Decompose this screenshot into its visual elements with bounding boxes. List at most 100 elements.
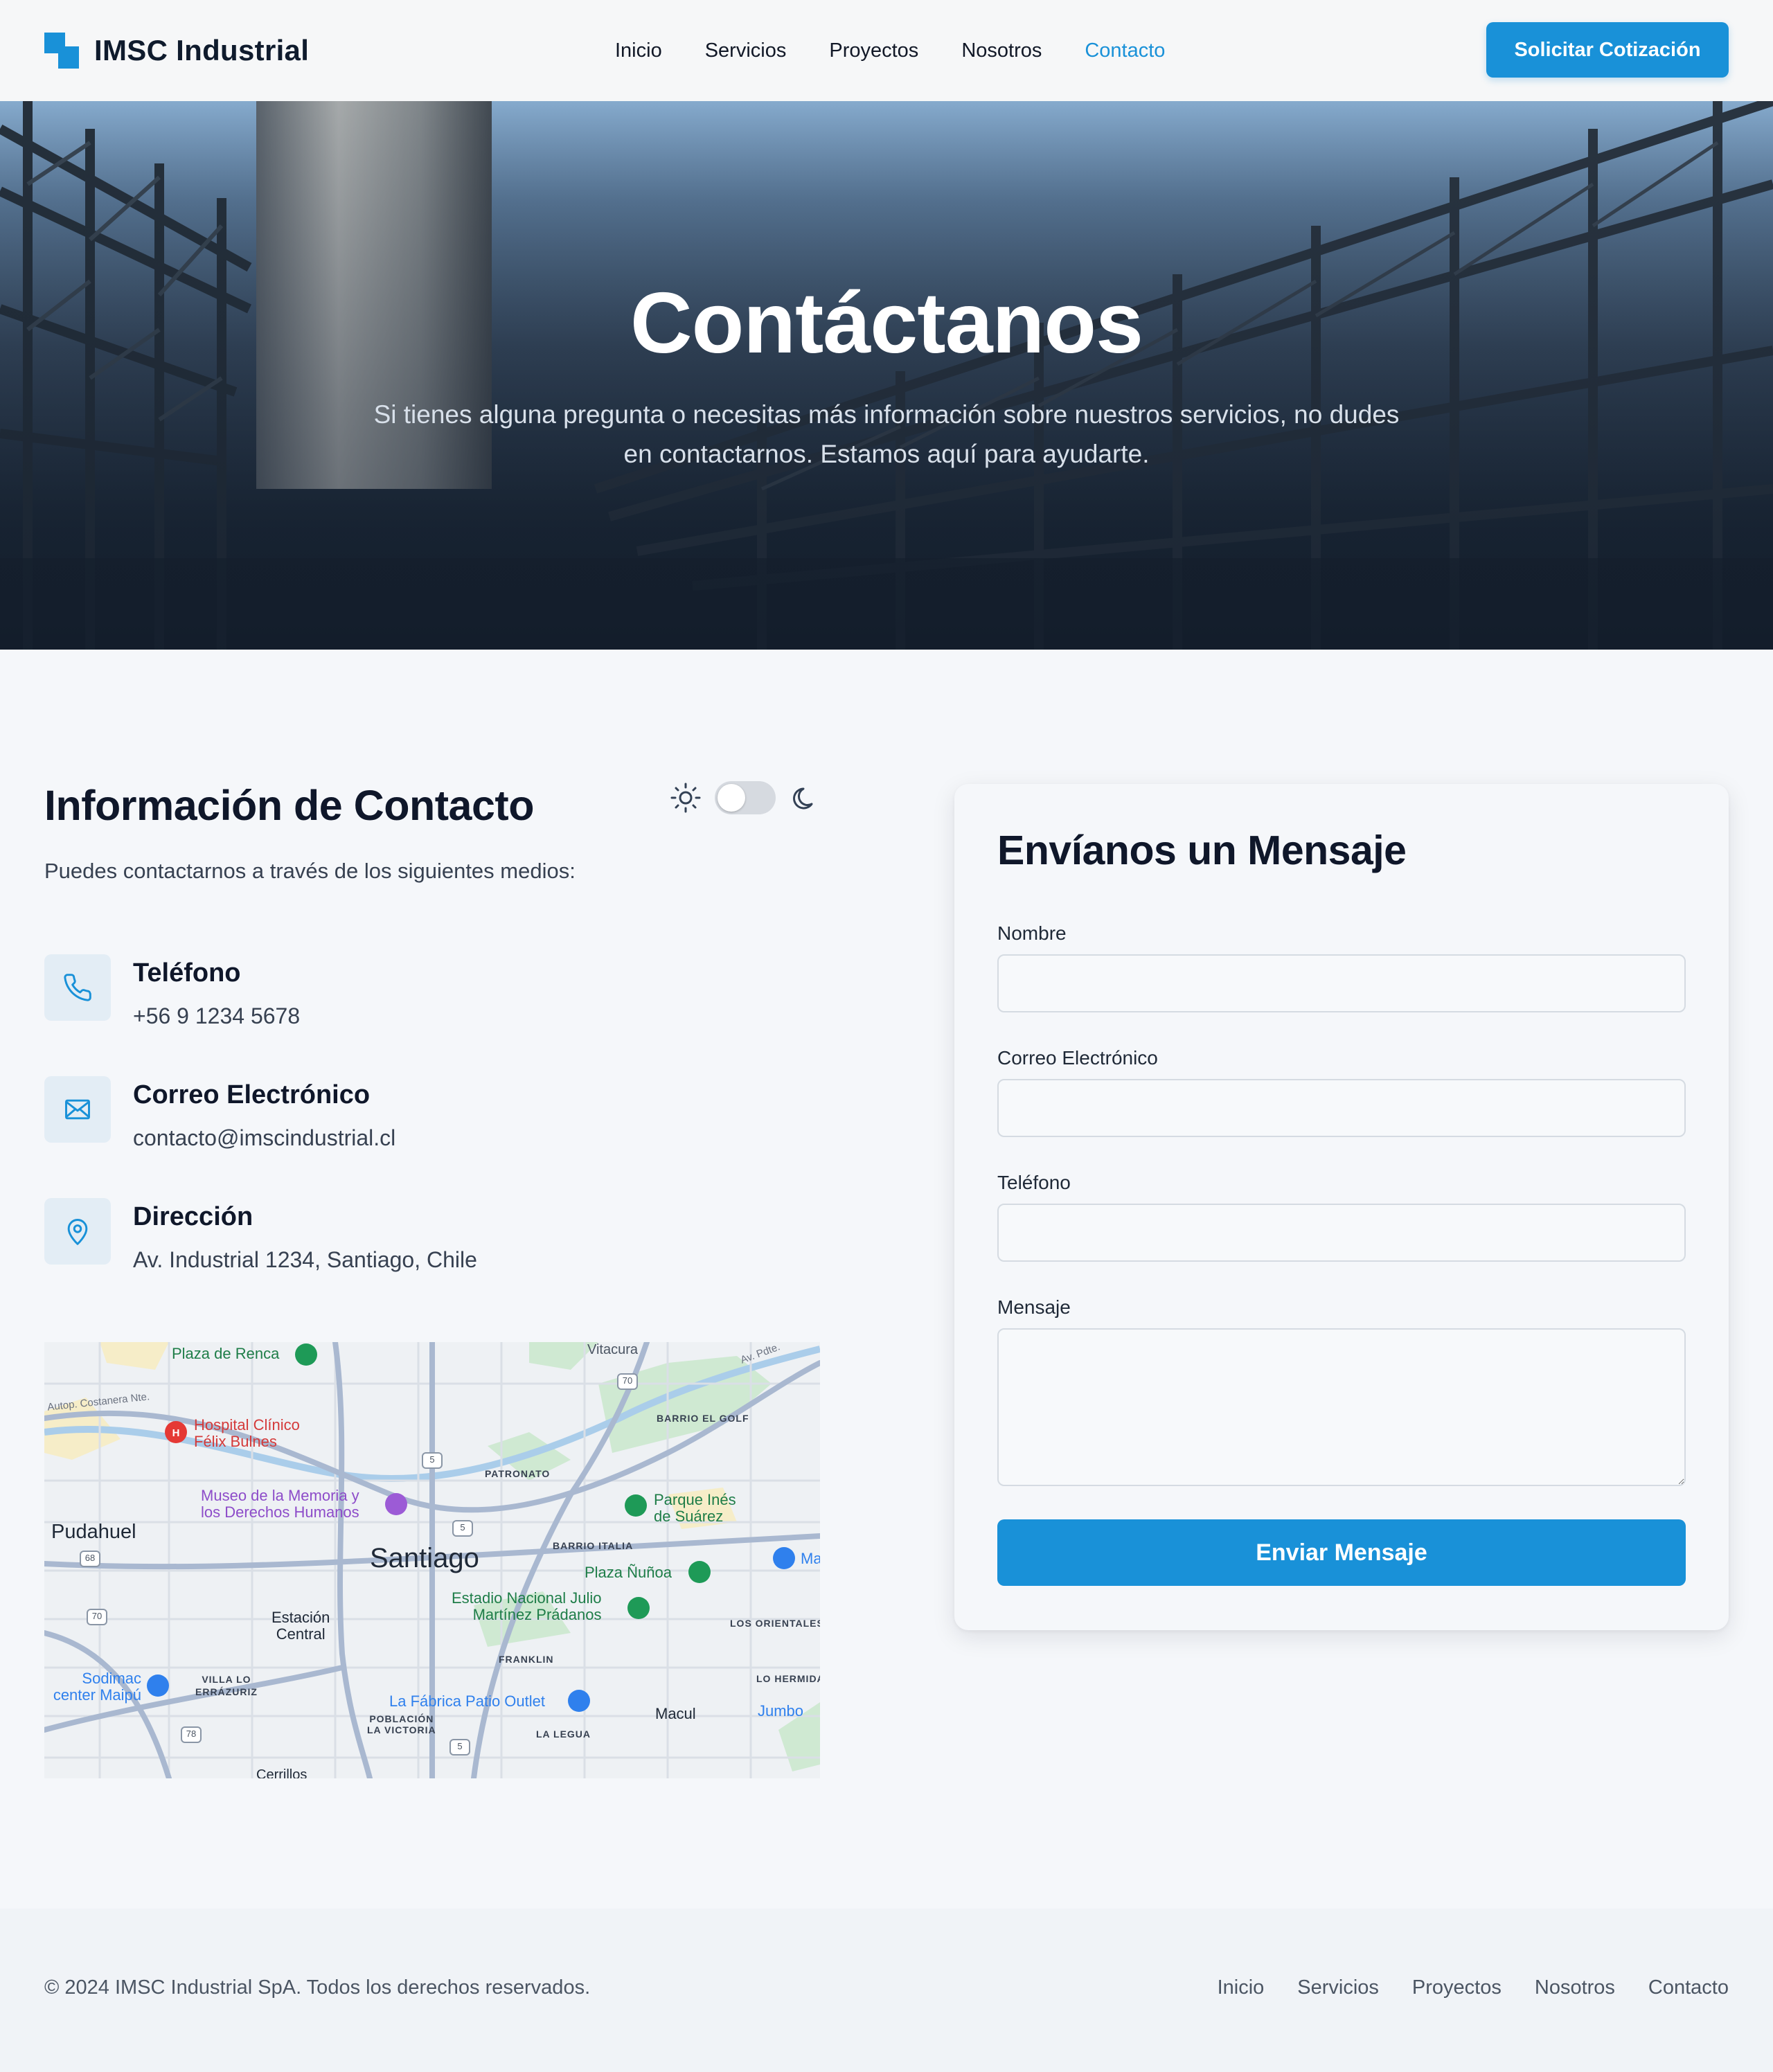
theme-toggle [669, 781, 820, 814]
map-label: Estadio Nacional Julio Martínez Prádanos [452, 1590, 601, 1623]
map-label-line: Parque Inés [654, 1491, 736, 1508]
map-label-line: los Derechos Humanos [201, 1503, 359, 1521]
brand[interactable]: IMSC Industrial [44, 33, 309, 69]
map-label: Estación Central [271, 1609, 330, 1643]
contact-item-label: Teléfono [133, 958, 241, 988]
map-label-line: Martínez Prádanos [472, 1606, 602, 1623]
nav-link-proyectos[interactable]: Proyectos [829, 39, 918, 62]
footer-links: Inicio Servicios Proyectos Nosotros Cont… [1218, 1976, 1729, 1999]
map-label: PATRONATO [485, 1468, 551, 1479]
mail-icon [44, 1076, 111, 1143]
contact-info-title: Información de Contacto [44, 782, 534, 829]
map-label-line: Central [276, 1625, 326, 1643]
name-field-label: Nombre [997, 922, 1067, 944]
message-field-label: Mensaje [997, 1296, 1071, 1318]
brand-name: IMSC Industrial [94, 34, 310, 66]
route-shield: 5 [457, 1741, 463, 1751]
route-shield: 78 [186, 1729, 197, 1739]
phone-icon [44, 954, 111, 1021]
theme-switch[interactable] [715, 781, 776, 814]
hero-banner: Contáctanos Si tienes alguna pregunta o … [0, 101, 1773, 650]
sun-icon [670, 783, 701, 813]
send-message-button[interactable]: Enviar Mensaje [997, 1519, 1686, 1586]
map-label: BARRIO ITALIA [553, 1540, 634, 1551]
map-label: Hospital Clínico Félix Bulnes [194, 1417, 300, 1450]
contact-item-phone: Teléfono +56 9 1234 5678 [44, 954, 300, 1029]
map-label-line: center Maipú [53, 1686, 141, 1704]
hero-subtitle: Si tienes alguna pregunta o necesitas má… [373, 400, 1400, 468]
map-label: Pudahuel [51, 1521, 136, 1543]
email-address[interactable]: contacto@imscindustrial.cl [133, 1125, 395, 1151]
map-label-line: Hospital Clínico [194, 1416, 300, 1434]
map-label-line: POBLACIÓN [369, 1713, 434, 1724]
map-label: Santiago [370, 1543, 479, 1573]
nav-link-inicio[interactable]: Inicio [615, 39, 662, 62]
map-label: Macul [655, 1705, 696, 1722]
map-label: Ma [801, 1550, 820, 1567]
street-address: Av. Industrial 1234, Santiago, Chile [133, 1247, 477, 1272]
map-label: BARRIO EL GOLF [657, 1413, 749, 1424]
nav-link-nosotros[interactable]: Nosotros [961, 39, 1042, 62]
footer-link-servicios[interactable]: Servicios [1297, 1976, 1379, 1999]
map-label: FRANKLIN [499, 1654, 554, 1665]
route-shield: 70 [91, 1611, 103, 1621]
map-label: Plaza Ñuñoa [585, 1564, 672, 1581]
contact-form-card: Envíanos un Mensaje Nombre Correo Electr… [954, 784, 1729, 1630]
map-label-line: Félix Bulnes [194, 1433, 277, 1450]
map-label: Cerrillos [256, 1767, 308, 1778]
map-label: VILLA LO ERRÁZURIZ [195, 1673, 258, 1698]
contact-form-title: Envíanos un Mensaje [997, 828, 1407, 873]
map-label: Sodimac center Maipú [44, 1670, 141, 1704]
email-field-label: Correo Electrónico [997, 1047, 1158, 1069]
phone-field[interactable] [997, 1204, 1686, 1262]
copyright-text: © 2024 IMSC Industrial SpA. Todos los de… [44, 1976, 591, 1999]
phone-number[interactable]: +56 9 1234 5678 [133, 1003, 300, 1029]
map-label: Parque Inés de Suárez [654, 1492, 736, 1525]
theme-switch-knob [718, 784, 745, 812]
map-label: Vitacura [587, 1342, 639, 1357]
map-label: LOS ORIENTALES [730, 1618, 820, 1629]
email-field[interactable] [997, 1079, 1686, 1137]
moon-icon [793, 787, 813, 810]
nav-links: Inicio Servicios Proyectos Nosotros Cont… [615, 0, 1165, 101]
map-label-line: VILLA LO [202, 1674, 251, 1685]
contact-item-email: Correo Electrónico contacto@imscindustri… [44, 1076, 395, 1151]
map-label: Museo de la Memoria y los Derechos Human… [201, 1488, 359, 1521]
map-label-line: de Suárez [654, 1508, 724, 1525]
logo-icon [44, 33, 79, 69]
hero-overlay [0, 101, 1773, 650]
map-pin-icon [44, 1198, 111, 1265]
footer-link-proyectos[interactable]: Proyectos [1412, 1976, 1502, 1999]
map-label-line: LA VICTORIA [367, 1724, 436, 1735]
route-shield: 70 [622, 1375, 633, 1386]
map-label: LO HERMIDA [756, 1673, 820, 1684]
top-navbar: IMSC Industrial Inicio Servicios Proyect… [0, 0, 1773, 101]
message-field[interactable] [997, 1328, 1686, 1486]
map-label: La Fábrica Patio Outlet [389, 1693, 546, 1710]
map-label-line: Museo de la Memoria y [201, 1487, 359, 1504]
map-label: Plaza de Renca [172, 1345, 280, 1362]
footer: © 2024 IMSC Industrial SpA. Todos los de… [0, 1909, 1773, 2072]
footer-link-contacto[interactable]: Contacto [1648, 1976, 1729, 1999]
nav-link-contacto[interactable]: Contacto [1085, 39, 1165, 62]
route-shield: 5 [460, 1522, 465, 1533]
map-label: Jumbo [758, 1702, 804, 1720]
nav-link-servicios[interactable]: Servicios [705, 39, 787, 62]
contact-item-label: Correo Electrónico [133, 1080, 371, 1109]
location-map[interactable]: H Plaza de Renca Vitacura Autop. Costane… [44, 1342, 820, 1778]
map-label: LA LEGUA [536, 1729, 591, 1740]
contact-item-label: Dirección [133, 1202, 253, 1231]
map-label: POBLACIÓN LA VICTORIA [367, 1713, 436, 1735]
map-label-line: Sodimac [82, 1670, 141, 1687]
request-quote-button[interactable]: Solicitar Cotización [1486, 22, 1729, 78]
footer-link-nosotros[interactable]: Nosotros [1535, 1976, 1615, 1999]
phone-field-label: Teléfono [997, 1172, 1071, 1193]
map-label-line: ERRÁZURIZ [195, 1686, 258, 1697]
map-label-line: Estación [271, 1609, 330, 1626]
contact-item-address: Dirección Av. Industrial 1234, Santiago,… [44, 1198, 477, 1273]
svg-text:H: H [172, 1427, 180, 1439]
page-title: Contáctanos [630, 276, 1143, 371]
route-shield: 5 [429, 1454, 435, 1465]
name-field[interactable] [997, 954, 1686, 1012]
footer-link-inicio[interactable]: Inicio [1218, 1976, 1265, 1999]
